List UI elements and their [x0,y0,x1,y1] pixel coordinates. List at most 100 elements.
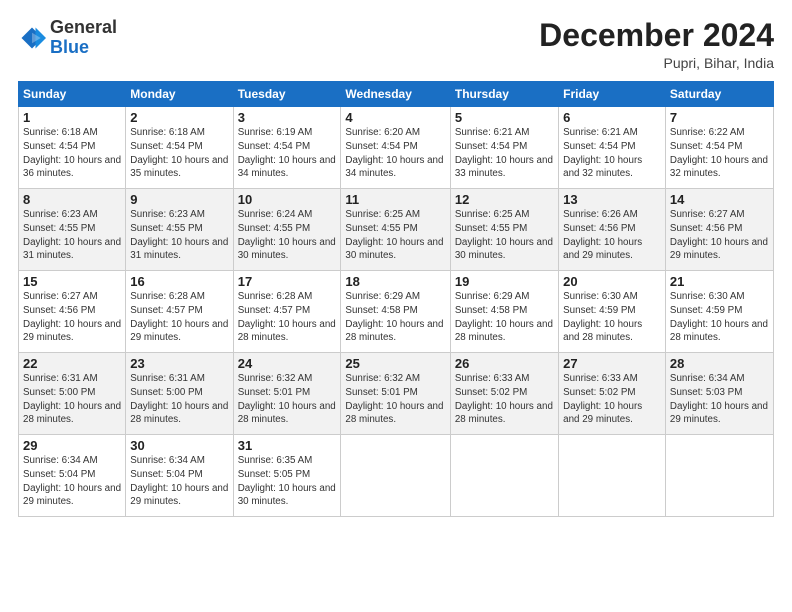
day-detail: Sunrise: 6:23 AMSunset: 4:55 PMDaylight:… [23,209,121,261]
col-tuesday: Tuesday [233,82,341,107]
day-cell: 9 Sunrise: 6:23 AMSunset: 4:55 PMDayligh… [126,189,233,271]
logo: General Blue [18,18,117,58]
day-number: 21 [670,274,769,289]
day-detail: Sunrise: 6:19 AMSunset: 4:54 PMDaylight:… [238,127,336,179]
day-number: 25 [345,356,445,371]
day-cell [665,435,773,517]
day-cell: 27 Sunrise: 6:33 AMSunset: 5:02 PMDaylig… [559,353,666,435]
day-detail: Sunrise: 6:21 AMSunset: 4:54 PMDaylight:… [455,127,553,179]
day-cell: 13 Sunrise: 6:26 AMSunset: 4:56 PMDaylig… [559,189,666,271]
day-cell: 14 Sunrise: 6:27 AMSunset: 4:56 PMDaylig… [665,189,773,271]
day-detail: Sunrise: 6:29 AMSunset: 4:58 PMDaylight:… [455,291,553,343]
day-cell: 6 Sunrise: 6:21 AMSunset: 4:54 PMDayligh… [559,107,666,189]
day-cell: 8 Sunrise: 6:23 AMSunset: 4:55 PMDayligh… [19,189,126,271]
day-cell [341,435,450,517]
day-number: 13 [563,192,661,207]
day-number: 23 [130,356,228,371]
day-detail: Sunrise: 6:21 AMSunset: 4:54 PMDaylight:… [563,127,642,179]
day-cell: 2 Sunrise: 6:18 AMSunset: 4:54 PMDayligh… [126,107,233,189]
day-number: 7 [670,110,769,125]
day-cell: 10 Sunrise: 6:24 AMSunset: 4:55 PMDaylig… [233,189,341,271]
day-number: 12 [455,192,554,207]
day-detail: Sunrise: 6:18 AMSunset: 4:54 PMDaylight:… [130,127,228,179]
day-detail: Sunrise: 6:25 AMSunset: 4:55 PMDaylight:… [455,209,553,261]
day-detail: Sunrise: 6:33 AMSunset: 5:02 PMDaylight:… [455,373,553,425]
day-number: 14 [670,192,769,207]
day-cell: 3 Sunrise: 6:19 AMSunset: 4:54 PMDayligh… [233,107,341,189]
day-cell: 16 Sunrise: 6:28 AMSunset: 4:57 PMDaylig… [126,271,233,353]
day-detail: Sunrise: 6:33 AMSunset: 5:02 PMDaylight:… [563,373,642,425]
day-number: 5 [455,110,554,125]
day-cell: 11 Sunrise: 6:25 AMSunset: 4:55 PMDaylig… [341,189,450,271]
week-row-5: 29 Sunrise: 6:34 AMSunset: 5:04 PMDaylig… [19,435,774,517]
day-cell: 28 Sunrise: 6:34 AMSunset: 5:03 PMDaylig… [665,353,773,435]
logo-icon [18,24,46,52]
day-cell: 25 Sunrise: 6:32 AMSunset: 5:01 PMDaylig… [341,353,450,435]
day-number: 27 [563,356,661,371]
day-number: 4 [345,110,445,125]
day-number: 19 [455,274,554,289]
day-cell: 24 Sunrise: 6:32 AMSunset: 5:01 PMDaylig… [233,353,341,435]
day-detail: Sunrise: 6:26 AMSunset: 4:56 PMDaylight:… [563,209,642,261]
day-number: 1 [23,110,121,125]
day-number: 24 [238,356,337,371]
day-number: 16 [130,274,228,289]
day-cell: 4 Sunrise: 6:20 AMSunset: 4:54 PMDayligh… [341,107,450,189]
day-cell: 5 Sunrise: 6:21 AMSunset: 4:54 PMDayligh… [450,107,558,189]
calendar-header-row: Sunday Monday Tuesday Wednesday Thursday… [19,82,774,107]
day-number: 30 [130,438,228,453]
day-number: 11 [345,192,445,207]
col-sunday: Sunday [19,82,126,107]
day-cell [559,435,666,517]
day-detail: Sunrise: 6:27 AMSunset: 4:56 PMDaylight:… [670,209,768,261]
day-detail: Sunrise: 6:25 AMSunset: 4:55 PMDaylight:… [345,209,443,261]
day-number: 10 [238,192,337,207]
logo-blue: Blue [50,37,89,57]
day-detail: Sunrise: 6:34 AMSunset: 5:04 PMDaylight:… [130,455,228,507]
day-detail: Sunrise: 6:20 AMSunset: 4:54 PMDaylight:… [345,127,443,179]
calendar: Sunday Monday Tuesday Wednesday Thursday… [18,81,774,517]
day-cell: 21 Sunrise: 6:30 AMSunset: 4:59 PMDaylig… [665,271,773,353]
day-cell: 22 Sunrise: 6:31 AMSunset: 5:00 PMDaylig… [19,353,126,435]
day-number: 20 [563,274,661,289]
day-detail: Sunrise: 6:30 AMSunset: 4:59 PMDaylight:… [563,291,642,343]
day-detail: Sunrise: 6:34 AMSunset: 5:03 PMDaylight:… [670,373,768,425]
day-cell: 17 Sunrise: 6:28 AMSunset: 4:57 PMDaylig… [233,271,341,353]
day-number: 18 [345,274,445,289]
day-number: 26 [455,356,554,371]
day-detail: Sunrise: 6:32 AMSunset: 5:01 PMDaylight:… [345,373,443,425]
day-cell: 20 Sunrise: 6:30 AMSunset: 4:59 PMDaylig… [559,271,666,353]
week-row-3: 15 Sunrise: 6:27 AMSunset: 4:56 PMDaylig… [19,271,774,353]
day-cell: 30 Sunrise: 6:34 AMSunset: 5:04 PMDaylig… [126,435,233,517]
day-number: 3 [238,110,337,125]
day-cell: 18 Sunrise: 6:29 AMSunset: 4:58 PMDaylig… [341,271,450,353]
day-detail: Sunrise: 6:28 AMSunset: 4:57 PMDaylight:… [238,291,336,343]
day-detail: Sunrise: 6:28 AMSunset: 4:57 PMDaylight:… [130,291,228,343]
day-cell: 12 Sunrise: 6:25 AMSunset: 4:55 PMDaylig… [450,189,558,271]
day-detail: Sunrise: 6:30 AMSunset: 4:59 PMDaylight:… [670,291,768,343]
day-cell: 19 Sunrise: 6:29 AMSunset: 4:58 PMDaylig… [450,271,558,353]
day-detail: Sunrise: 6:32 AMSunset: 5:01 PMDaylight:… [238,373,336,425]
day-cell: 1 Sunrise: 6:18 AMSunset: 4:54 PMDayligh… [19,107,126,189]
title-block: December 2024 Pupri, Bihar, India [539,18,774,71]
page: General Blue December 2024 Pupri, Bihar,… [0,0,792,612]
day-detail: Sunrise: 6:18 AMSunset: 4:54 PMDaylight:… [23,127,121,179]
day-cell: 26 Sunrise: 6:33 AMSunset: 5:02 PMDaylig… [450,353,558,435]
day-number: 22 [23,356,121,371]
day-number: 31 [238,438,337,453]
day-detail: Sunrise: 6:29 AMSunset: 4:58 PMDaylight:… [345,291,443,343]
day-cell: 7 Sunrise: 6:22 AMSunset: 4:54 PMDayligh… [665,107,773,189]
day-number: 29 [23,438,121,453]
month-title: December 2024 [539,18,774,53]
day-cell: 15 Sunrise: 6:27 AMSunset: 4:56 PMDaylig… [19,271,126,353]
day-detail: Sunrise: 6:31 AMSunset: 5:00 PMDaylight:… [130,373,228,425]
day-detail: Sunrise: 6:34 AMSunset: 5:04 PMDaylight:… [23,455,121,507]
day-detail: Sunrise: 6:31 AMSunset: 5:00 PMDaylight:… [23,373,121,425]
week-row-4: 22 Sunrise: 6:31 AMSunset: 5:00 PMDaylig… [19,353,774,435]
logo-general: General [50,17,117,37]
day-number: 6 [563,110,661,125]
location: Pupri, Bihar, India [539,55,774,71]
day-detail: Sunrise: 6:24 AMSunset: 4:55 PMDaylight:… [238,209,336,261]
logo-text: General Blue [50,18,117,58]
col-friday: Friday [559,82,666,107]
